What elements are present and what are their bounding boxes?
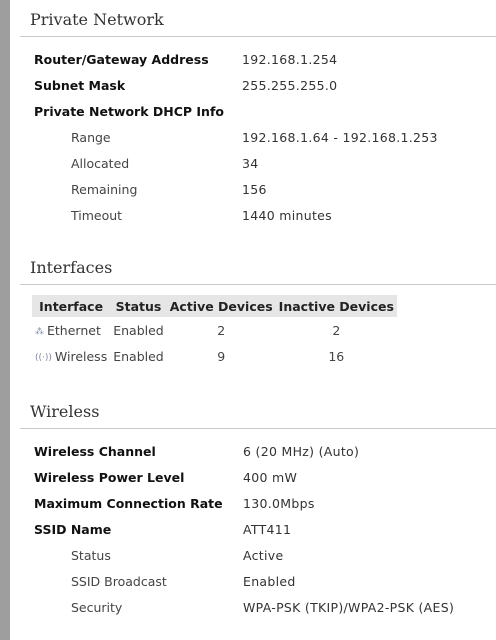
row-value: 156 xyxy=(242,182,267,197)
row-label: SSID Broadcast xyxy=(71,574,167,589)
status-cell: Enabled xyxy=(113,348,164,364)
row-label: Maximum Connection Rate xyxy=(34,496,223,511)
interface-cell: ((·)) Wireless xyxy=(32,343,110,369)
active-devices-cell: 2 xyxy=(217,322,226,338)
row-label: Timeout xyxy=(71,208,123,223)
wireless-icon: ((·)) xyxy=(35,352,52,363)
divider xyxy=(20,36,496,37)
row-value: 192.168.1.254 xyxy=(242,52,338,67)
left-border xyxy=(0,0,10,640)
row-label: SSID Name xyxy=(34,522,112,537)
table-row: ((·)) Wireless Enabled 9 16 xyxy=(32,343,397,369)
inactive-devices-cell: 16 xyxy=(328,348,345,364)
ethernet-icon: ⁂ xyxy=(35,326,44,337)
divider xyxy=(20,428,496,429)
column-header: Inactive Devices xyxy=(275,295,397,317)
table-header-row: Interface Status Active Devices Inactive… xyxy=(32,295,397,317)
column-header: Status xyxy=(110,295,167,317)
content-area: Private Network Router/Gateway Address 1… xyxy=(10,0,496,640)
row-label: Range xyxy=(71,130,111,145)
row-label: Private Network DHCP Info xyxy=(34,104,224,119)
row-label: Router/Gateway Address xyxy=(34,52,209,67)
row-value: Enabled xyxy=(243,574,296,589)
row-label: Remaining xyxy=(71,182,138,197)
divider xyxy=(20,284,496,285)
row-value: 34 xyxy=(242,156,259,171)
private-network-title: Private Network xyxy=(30,10,164,29)
column-header: Active Devices xyxy=(166,295,276,317)
row-label: Subnet Mask xyxy=(34,78,126,93)
row-label: Wireless Power Level xyxy=(34,470,185,485)
interface-name: Wireless xyxy=(54,348,108,364)
table-row: ⁂ Ethernet Enabled 2 2 xyxy=(32,317,397,343)
row-value: 130.0Mbps xyxy=(243,496,315,511)
row-value: 6 (20 MHz) (Auto) xyxy=(243,444,360,459)
active-devices-cell: 9 xyxy=(217,348,226,364)
row-value: 192.168.1.64 - 192.168.1.253 xyxy=(242,130,438,145)
interface-cell: ⁂ Ethernet xyxy=(32,317,110,343)
row-value: ATT411 xyxy=(243,522,292,537)
row-label: Allocated xyxy=(71,156,130,171)
interface-name: Ethernet xyxy=(47,322,101,338)
inactive-devices-cell: 2 xyxy=(332,322,341,338)
row-value: 1440 minutes xyxy=(242,208,332,223)
row-label: Status xyxy=(71,548,111,563)
row-value: 400 mW xyxy=(243,470,298,485)
row-value: WPA-PSK (TKIP)/WPA2-PSK (AES) xyxy=(243,600,455,615)
status-cell: Enabled xyxy=(113,322,164,338)
row-value: Active xyxy=(243,548,284,563)
column-header: Interface xyxy=(32,295,111,317)
wireless-title: Wireless xyxy=(30,402,100,421)
row-value: 255.255.255.0 xyxy=(242,78,338,93)
interfaces-title: Interfaces xyxy=(30,258,113,277)
row-label: Wireless Channel xyxy=(34,444,156,459)
interfaces-table: Interface Status Active Devices Inactive… xyxy=(32,295,397,369)
row-label: Security xyxy=(71,600,123,615)
